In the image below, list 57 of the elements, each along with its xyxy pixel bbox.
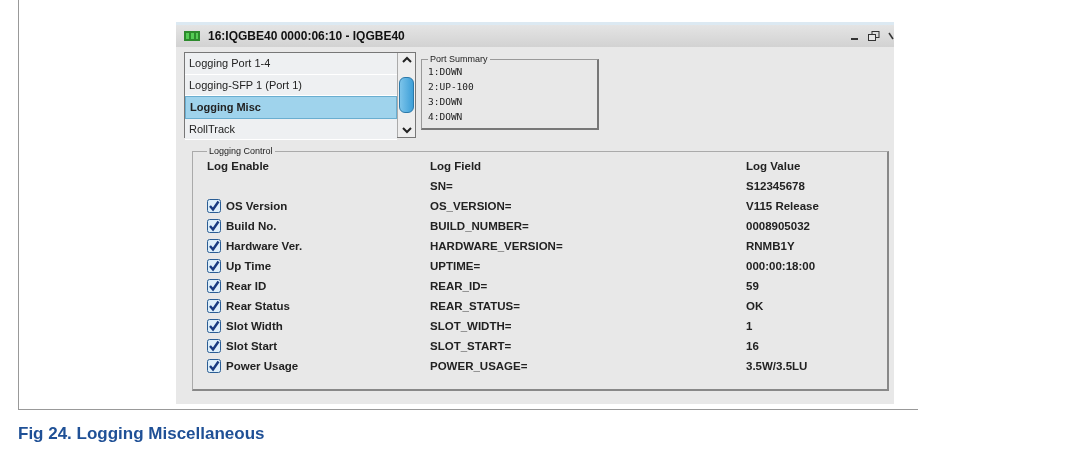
figure-caption: Fig 24. Logging Miscellaneous xyxy=(18,424,266,444)
log-value: OK xyxy=(746,300,765,312)
restore-icon[interactable] xyxy=(868,31,880,41)
log-field: REAR_ID= xyxy=(430,280,746,292)
log-enable-label: Slot Width xyxy=(226,320,283,332)
log-value: 1 xyxy=(746,320,754,332)
port-status: 1:DOWN xyxy=(428,65,464,79)
checked-checkbox-icon[interactable] xyxy=(207,259,221,273)
list-item[interactable]: Logging Port 1-4 xyxy=(185,53,397,75)
port-status: 4:DOWN xyxy=(428,110,464,124)
log-value: S12345678 xyxy=(746,180,806,192)
log-field: REAR_STATUS= xyxy=(430,300,746,312)
log-enable-label: Rear Status xyxy=(226,300,290,312)
scroll-thumb[interactable] xyxy=(399,77,414,113)
log-field: UPTIME= xyxy=(430,260,746,272)
window-app-icon xyxy=(184,31,200,41)
checked-checkbox-icon[interactable] xyxy=(207,199,221,213)
port-status: 3:DOWN xyxy=(428,95,464,109)
log-value: 16 xyxy=(746,340,760,352)
log-enable-label: Rear ID xyxy=(226,280,267,292)
log-value: 000:00:18:00 xyxy=(746,260,817,272)
list-item[interactable]: RollTrack xyxy=(185,118,397,140)
checked-checkbox-icon[interactable] xyxy=(207,219,221,233)
list-item[interactable]: Logging Misc xyxy=(185,96,397,119)
column-header: Log Enable xyxy=(207,160,270,172)
checked-checkbox-icon[interactable] xyxy=(207,279,221,293)
checked-checkbox-icon[interactable] xyxy=(207,319,221,333)
checked-checkbox-icon[interactable] xyxy=(207,339,221,353)
log-value: 59 xyxy=(746,280,760,292)
log-value: 0008905032 xyxy=(746,220,811,232)
window-title: 16:IQGBE40 0000:06:10 - IQGBE40 xyxy=(208,29,405,43)
column-header: Log Value xyxy=(746,160,802,172)
checked-checkbox-icon[interactable] xyxy=(207,239,221,253)
scrollbar[interactable] xyxy=(397,53,415,137)
log-enable-label: OS Version xyxy=(226,200,288,212)
log-enable-label: Power Usage xyxy=(226,360,299,372)
log-enable-label: Up Time xyxy=(226,260,272,272)
log-value: V115 Release xyxy=(746,200,820,212)
log-field: POWER_USAGE= xyxy=(430,360,746,372)
group-title: Logging Control xyxy=(208,146,274,156)
log-enable-label: Slot Start xyxy=(226,340,278,352)
log-enable-label: Hardware Ver. xyxy=(226,240,303,252)
log-field: HARDWARE_VERSION= xyxy=(430,240,746,252)
column-header: Log Field xyxy=(430,160,483,172)
log-value: 3.5W/3.5LU xyxy=(746,360,809,372)
group-title: Port Summary xyxy=(429,54,489,64)
log-field: OS_VERSION= xyxy=(430,200,746,212)
list-item[interactable]: Logging-SFP 1 (Port 1) xyxy=(185,74,397,96)
log-field: BUILD_NUMBER= xyxy=(430,220,746,232)
log-enable-label: Build No. xyxy=(226,220,277,232)
log-field: SLOT_WIDTH= xyxy=(430,320,746,332)
checked-checkbox-icon[interactable] xyxy=(207,299,221,313)
checked-checkbox-icon[interactable] xyxy=(207,359,221,373)
port-status: 2:UP-100 xyxy=(428,80,475,94)
log-field: SLOT_START= xyxy=(430,340,746,352)
log-value: RNMB1Y xyxy=(746,240,796,252)
log-field: SN= xyxy=(430,180,746,192)
